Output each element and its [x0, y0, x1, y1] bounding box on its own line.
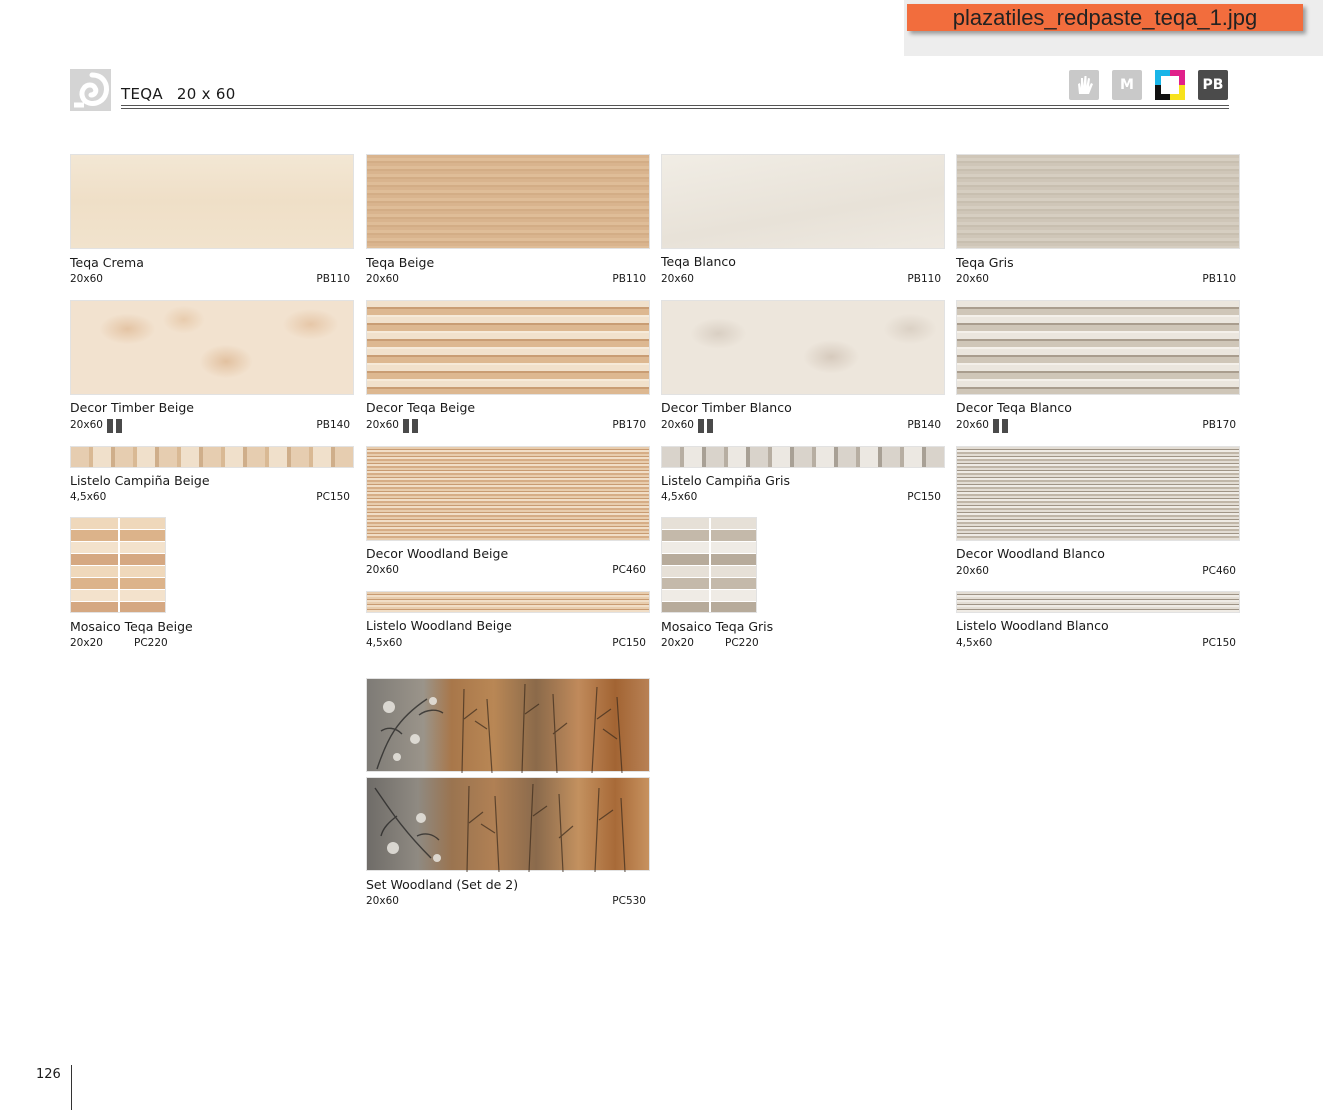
- header-rule: [121, 105, 1229, 106]
- tile-name: Mosaico Teqa Gris: [661, 619, 774, 634]
- tile-size: 20x60: [70, 273, 103, 285]
- tile-swatch: [661, 154, 945, 249]
- tile-name: Teqa Crema: [70, 255, 144, 270]
- tile-name: Teqa Beige: [366, 255, 435, 270]
- tile-name: Set Woodland (Set de 2): [366, 877, 519, 892]
- collection-name: TEQA: [121, 85, 163, 103]
- tile-name: Teqa Gris: [956, 255, 1014, 270]
- tile-size: 20x60: [956, 419, 989, 431]
- tile-code: PB170: [1202, 419, 1236, 431]
- tile-size: 20x60: [366, 895, 399, 907]
- tile-swatch: [366, 777, 650, 872]
- tile-code: PC220: [725, 637, 759, 649]
- tile-name: Decor Woodland Beige: [366, 546, 509, 561]
- tile-swatch: [70, 300, 354, 395]
- pb-icon: PB: [1198, 70, 1228, 100]
- tile-swatch: [661, 446, 945, 468]
- tile-swatch: [70, 517, 166, 613]
- tile-name: Listelo Campiña Gris: [661, 473, 790, 488]
- tile-code: PC150: [1202, 637, 1236, 649]
- decor-icon: [698, 419, 714, 433]
- decor-icon: [107, 419, 123, 433]
- tile-swatch: [956, 154, 1240, 249]
- tile-name: Decor Teqa Beige: [366, 400, 476, 415]
- tile-code: PB140: [907, 419, 941, 431]
- collection-size: 20 x 60: [176, 85, 236, 103]
- tile-size: 20x20: [70, 637, 103, 649]
- tile-code: PC460: [1202, 565, 1236, 577]
- tile-code: PB140: [316, 419, 350, 431]
- page-rule: [71, 1065, 72, 1110]
- spiral-logo-icon: [70, 69, 111, 111]
- tile-swatch: [661, 517, 757, 613]
- tile-size: 20x60: [956, 565, 989, 577]
- filename-label: plazatiles_redpaste_teqa_1.jpg: [907, 4, 1303, 31]
- page-number: 126: [36, 1067, 61, 1082]
- tile-code: PB110: [612, 273, 646, 285]
- decor-icon: [993, 419, 1009, 433]
- tile-size: 4,5x60: [70, 491, 107, 503]
- tile-size: 20x60: [366, 564, 399, 576]
- tile-swatch: [366, 300, 650, 395]
- tile-size: 20x60: [366, 273, 399, 285]
- tile-size: 20x20: [661, 637, 694, 649]
- tile-code: PC150: [907, 491, 941, 503]
- tile-size: 4,5x60: [956, 637, 993, 649]
- tile-swatch: [70, 446, 354, 468]
- tile-swatch: [956, 446, 1240, 541]
- tile-swatch: [366, 154, 650, 249]
- header-rule: [121, 108, 1229, 109]
- tile-name: Decor Teqa Blanco: [956, 400, 1072, 415]
- tile-name: Mosaico Teqa Beige: [70, 619, 193, 634]
- tile-swatch: [366, 446, 650, 541]
- tile-swatch: [70, 154, 354, 249]
- tile-swatch: [661, 300, 945, 395]
- tile-swatch: [956, 591, 1240, 613]
- m-icon: M: [1112, 70, 1142, 100]
- decor-icon: [403, 419, 419, 433]
- tile-size: 20x60: [956, 273, 989, 285]
- tile-swatch: [366, 591, 650, 613]
- tile-size: 4,5x60: [366, 637, 403, 649]
- tile-name: Listelo Woodland Blanco: [956, 618, 1109, 633]
- tile-name: Listelo Campiña Beige: [70, 473, 210, 488]
- tile-code: PC150: [612, 637, 646, 649]
- tile-size: 20x60: [366, 419, 399, 431]
- tile-code: PB110: [1202, 273, 1236, 285]
- cmyk-icon: [1155, 70, 1185, 100]
- tile-code: PC150: [316, 491, 350, 503]
- tile-size: 4,5x60: [661, 491, 698, 503]
- tile-name: Decor Woodland Blanco: [956, 546, 1105, 561]
- tile-code: PB110: [907, 273, 941, 285]
- tile-name: Listelo Woodland Beige: [366, 618, 512, 633]
- tile-code: PC460: [612, 564, 646, 576]
- tile-size: 20x60: [70, 419, 103, 431]
- tile-swatch: [956, 300, 1240, 395]
- tile-code: PC530: [612, 895, 646, 907]
- hand-icon: [1069, 70, 1099, 100]
- tile-code: PB110: [316, 273, 350, 285]
- tile-swatch: [366, 678, 650, 773]
- tile-size: 20x60: [661, 273, 694, 285]
- tile-size: 20x60: [661, 419, 694, 431]
- tile-name: Decor Timber Beige: [70, 400, 194, 415]
- tile-name: Decor Timber Blanco: [661, 400, 792, 415]
- tile-name: Teqa Blanco: [661, 254, 736, 269]
- tile-code: PB170: [612, 419, 646, 431]
- tile-code: PC220: [134, 637, 168, 649]
- collection-title: TEQA 20 x 60: [121, 85, 236, 103]
